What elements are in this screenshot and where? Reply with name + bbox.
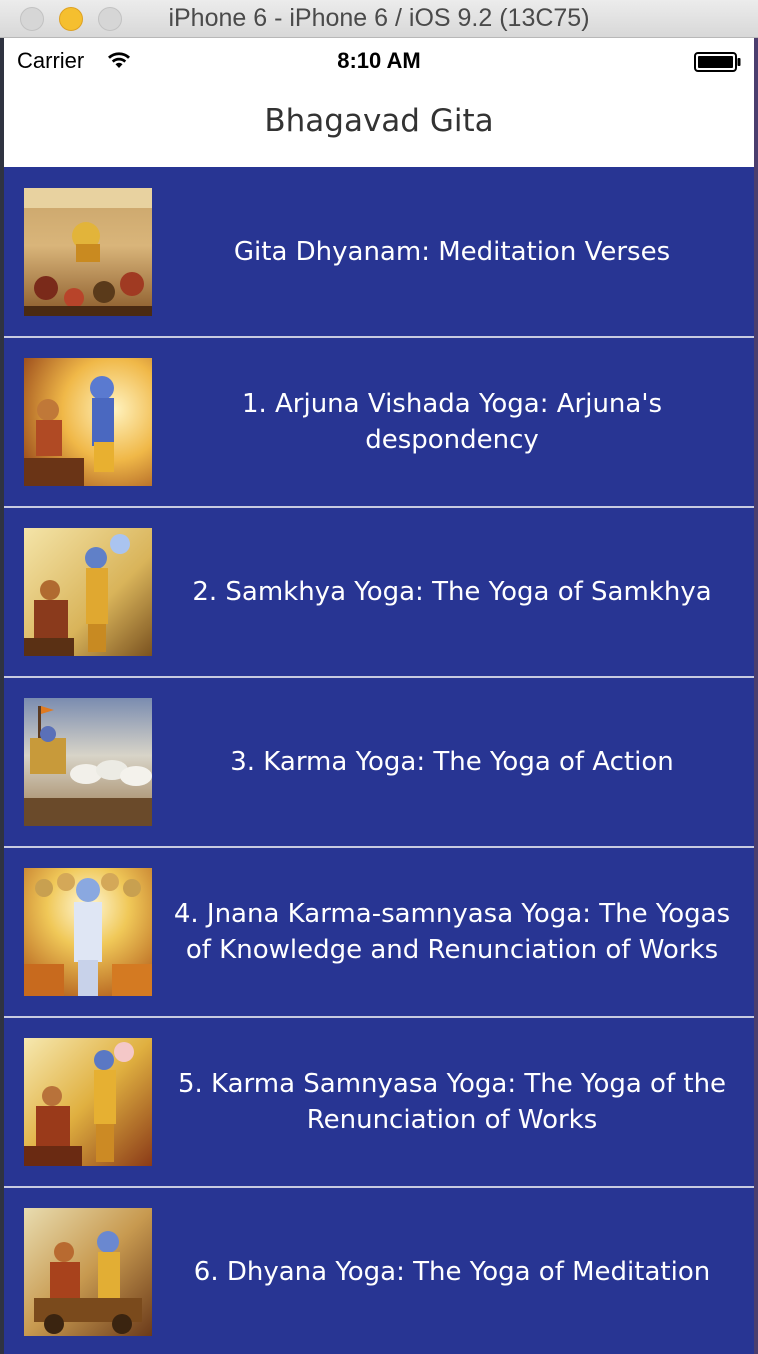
desktop-edge-right: [754, 38, 758, 1354]
chapter-row[interactable]: 2. Samkhya Yoga: The Yoga of Samkhya: [4, 508, 754, 678]
chariot-warrior-painting-thumbnail: [24, 1208, 152, 1336]
chariot-horses-painting-thumbnail: [24, 698, 152, 826]
chapter-row[interactable]: 6. Dhyana Yoga: The Yoga of Meditation: [4, 1188, 754, 1354]
chapter-title: 1. Arjuna Vishada Yoga: Arjuna's despond…: [241, 389, 663, 455]
status-time: 8:10 AM: [337, 48, 421, 73]
simulator-title-bar: iPhone 6 - iPhone 6 / iOS 9.2 (13C75): [0, 0, 758, 38]
chapter-row[interactable]: 3. Karma Yoga: The Yoga of Action: [4, 678, 754, 848]
vishvarupa-painting-thumbnail: [24, 868, 152, 996]
chapter-row[interactable]: 5. Karma Samnyasa Yoga: The Yoga of the …: [4, 1018, 754, 1188]
simulator-window: iPhone 6 - iPhone 6 / iOS 9.2 (13C75) Ca…: [0, 0, 758, 1354]
chapter-title: 3. Karma Yoga: The Yoga of Action: [230, 747, 674, 777]
chapter-title: 6. Dhyana Yoga: The Yoga of Meditation: [193, 1257, 711, 1287]
page-title: Bhagavad Gita: [264, 103, 494, 139]
chapter-row[interactable]: 1. Arjuna Vishada Yoga: Arjuna's despond…: [4, 338, 754, 508]
chapter-title: 2. Samkhya Yoga: The Yoga of Samkhya: [192, 577, 712, 607]
chapter-title: 4. Jnana Karma-samnyasa Yoga: The Yogas …: [173, 899, 731, 965]
chapter-title: 5. Karma Samnyasa Yoga: The Yoga of the …: [177, 1069, 727, 1135]
chapter-row[interactable]: Gita Dhyanam: Meditation Verses: [4, 168, 754, 338]
battery-icon: [694, 52, 741, 72]
status-bar: Carrier 8:10 AM: [4, 38, 754, 83]
chapter-row[interactable]: 4. Jnana Karma-samnyasa Yoga: The Yogas …: [4, 848, 754, 1018]
krishna-teaching-painting-thumbnail: [24, 528, 152, 656]
krishna-arjuna-painting-thumbnail: [24, 358, 152, 486]
krishna-blessing-painting-thumbnail: [24, 1038, 152, 1166]
phone-screen: Carrier 8:10 AM Bhagavad Gita Gita Dhyan…: [4, 38, 754, 1354]
navigation-bar: Bhagavad Gita: [4, 83, 754, 167]
chapter-list[interactable]: Gita Dhyanam: Meditation Verses 1. Arjun…: [4, 168, 754, 1354]
simulator-window-title: iPhone 6 - iPhone 6 / iOS 9.2 (13C75): [168, 4, 590, 32]
chapter-title: Gita Dhyanam: Meditation Verses: [233, 237, 671, 267]
battlefield-painting-thumbnail: [24, 188, 152, 316]
